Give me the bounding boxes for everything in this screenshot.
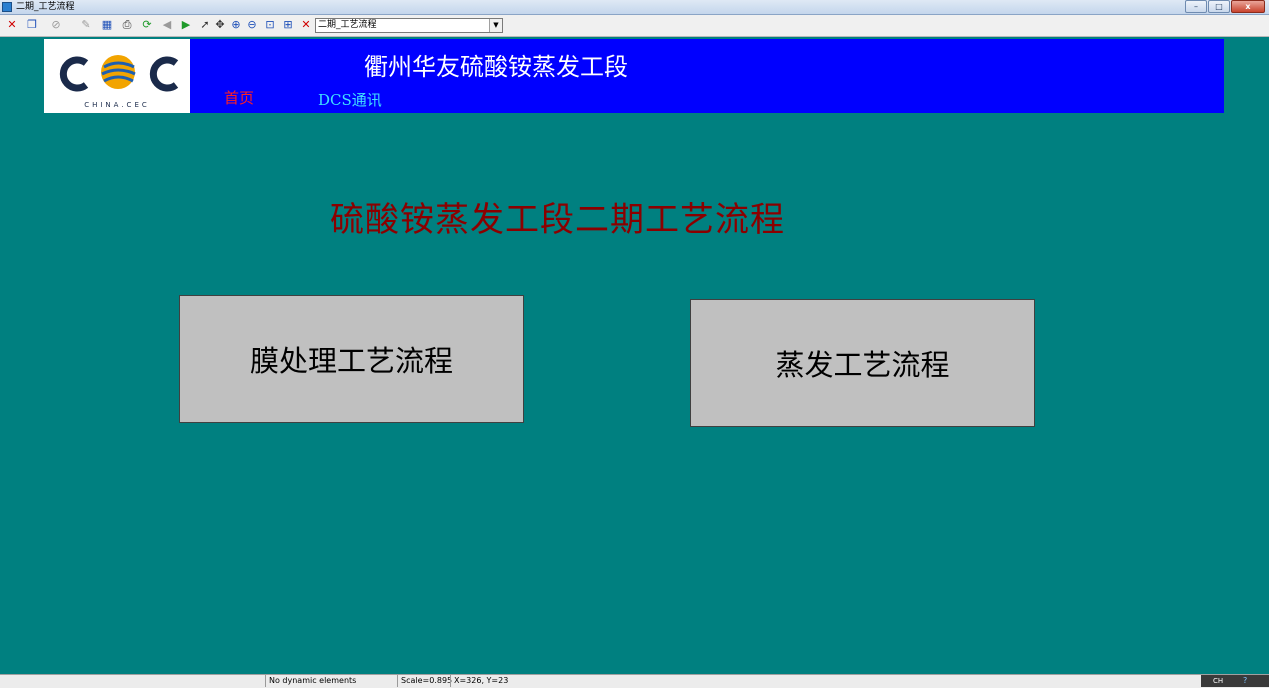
header-banner: 衢州华友硫酸铵蒸发工段 首页 DCS通讯 bbox=[190, 39, 1224, 113]
refresh-icon[interactable]: ⟳ bbox=[139, 17, 155, 33]
view-selector[interactable]: 二期_工艺流程 ▼ bbox=[315, 18, 503, 33]
status-dynamic: No dynamic elements bbox=[265, 675, 397, 687]
cec-logo-icon: CHINA.CEC bbox=[59, 55, 179, 109]
help-icon[interactable]: ? bbox=[1243, 675, 1247, 687]
plant-title: 衢州华友硫酸铵蒸发工段 bbox=[364, 53, 628, 81]
print-icon[interactable]: ⎙ bbox=[119, 17, 135, 33]
pointer-icon[interactable]: ➚ bbox=[197, 17, 213, 33]
nav-home-link[interactable]: 首页 bbox=[224, 87, 254, 108]
zoom-reset-icon[interactable]: ⊞ bbox=[280, 17, 296, 33]
back-icon[interactable]: ◀ bbox=[159, 17, 175, 33]
tray-language[interactable]: CH bbox=[1213, 675, 1223, 687]
membrane-process-button[interactable]: 膜处理工艺流程 bbox=[179, 295, 524, 423]
nav-dcs-link[interactable]: DCS通讯 bbox=[318, 89, 382, 110]
logo-subtext: CHINA.CEC bbox=[84, 101, 150, 109]
zoom-fit-icon[interactable]: ⊡ bbox=[262, 17, 278, 33]
window-title: 二期_工艺流程 bbox=[16, 2, 75, 12]
edit-icon[interactable]: ✎ bbox=[78, 17, 94, 33]
close-button[interactable]: x bbox=[1231, 0, 1265, 13]
app-icon bbox=[2, 2, 12, 12]
maximize-button[interactable]: □ bbox=[1208, 0, 1230, 13]
status-scale: Scale=0.895 bbox=[397, 675, 452, 687]
evaporation-process-button[interactable]: 蒸发工艺流程 bbox=[690, 299, 1035, 427]
close-view-icon[interactable]: ✕ bbox=[4, 17, 20, 33]
chevron-down-icon[interactable]: ▼ bbox=[489, 19, 502, 32]
evaporation-process-label: 蒸发工艺流程 bbox=[775, 348, 950, 382]
system-tray: CH ? bbox=[1201, 675, 1269, 687]
minimize-button[interactable]: – bbox=[1185, 0, 1207, 13]
toolbar: ✕ ❐ ⊘ ✎ ▦ ⎙ ⟳ ◀ ▶ ➚ ✥ ⊕ ⊖ ⊡ ⊞ ✕ 二期_工艺流程 … bbox=[0, 15, 1269, 37]
window-titlebar: 二期_工艺流程 – □ x bbox=[0, 0, 1269, 15]
membrane-process-label: 膜处理工艺流程 bbox=[249, 344, 453, 378]
zoom-in-icon[interactable]: ⊕ bbox=[228, 17, 244, 33]
stop-icon[interactable]: ✕ bbox=[298, 17, 314, 33]
page-title: 硫酸铵蒸发工段二期工艺流程 bbox=[330, 200, 785, 240]
attach-icon[interactable]: ⊘ bbox=[48, 17, 64, 33]
table-icon[interactable]: ▦ bbox=[99, 17, 115, 33]
window-controls: – □ x bbox=[1185, 0, 1265, 13]
status-coords: X=326, Y=23 bbox=[450, 675, 530, 687]
pan-icon[interactable]: ✥ bbox=[212, 17, 228, 33]
forward-icon[interactable]: ▶ bbox=[178, 17, 194, 33]
zoom-out-icon[interactable]: ⊖ bbox=[244, 17, 260, 33]
view-selector-value: 二期_工艺流程 bbox=[318, 20, 377, 30]
status-bar: No dynamic elements Scale=0.895 X=326, Y… bbox=[0, 674, 1269, 688]
new-window-icon[interactable]: ❐ bbox=[24, 17, 40, 33]
company-logo: CHINA.CEC bbox=[44, 39, 190, 113]
